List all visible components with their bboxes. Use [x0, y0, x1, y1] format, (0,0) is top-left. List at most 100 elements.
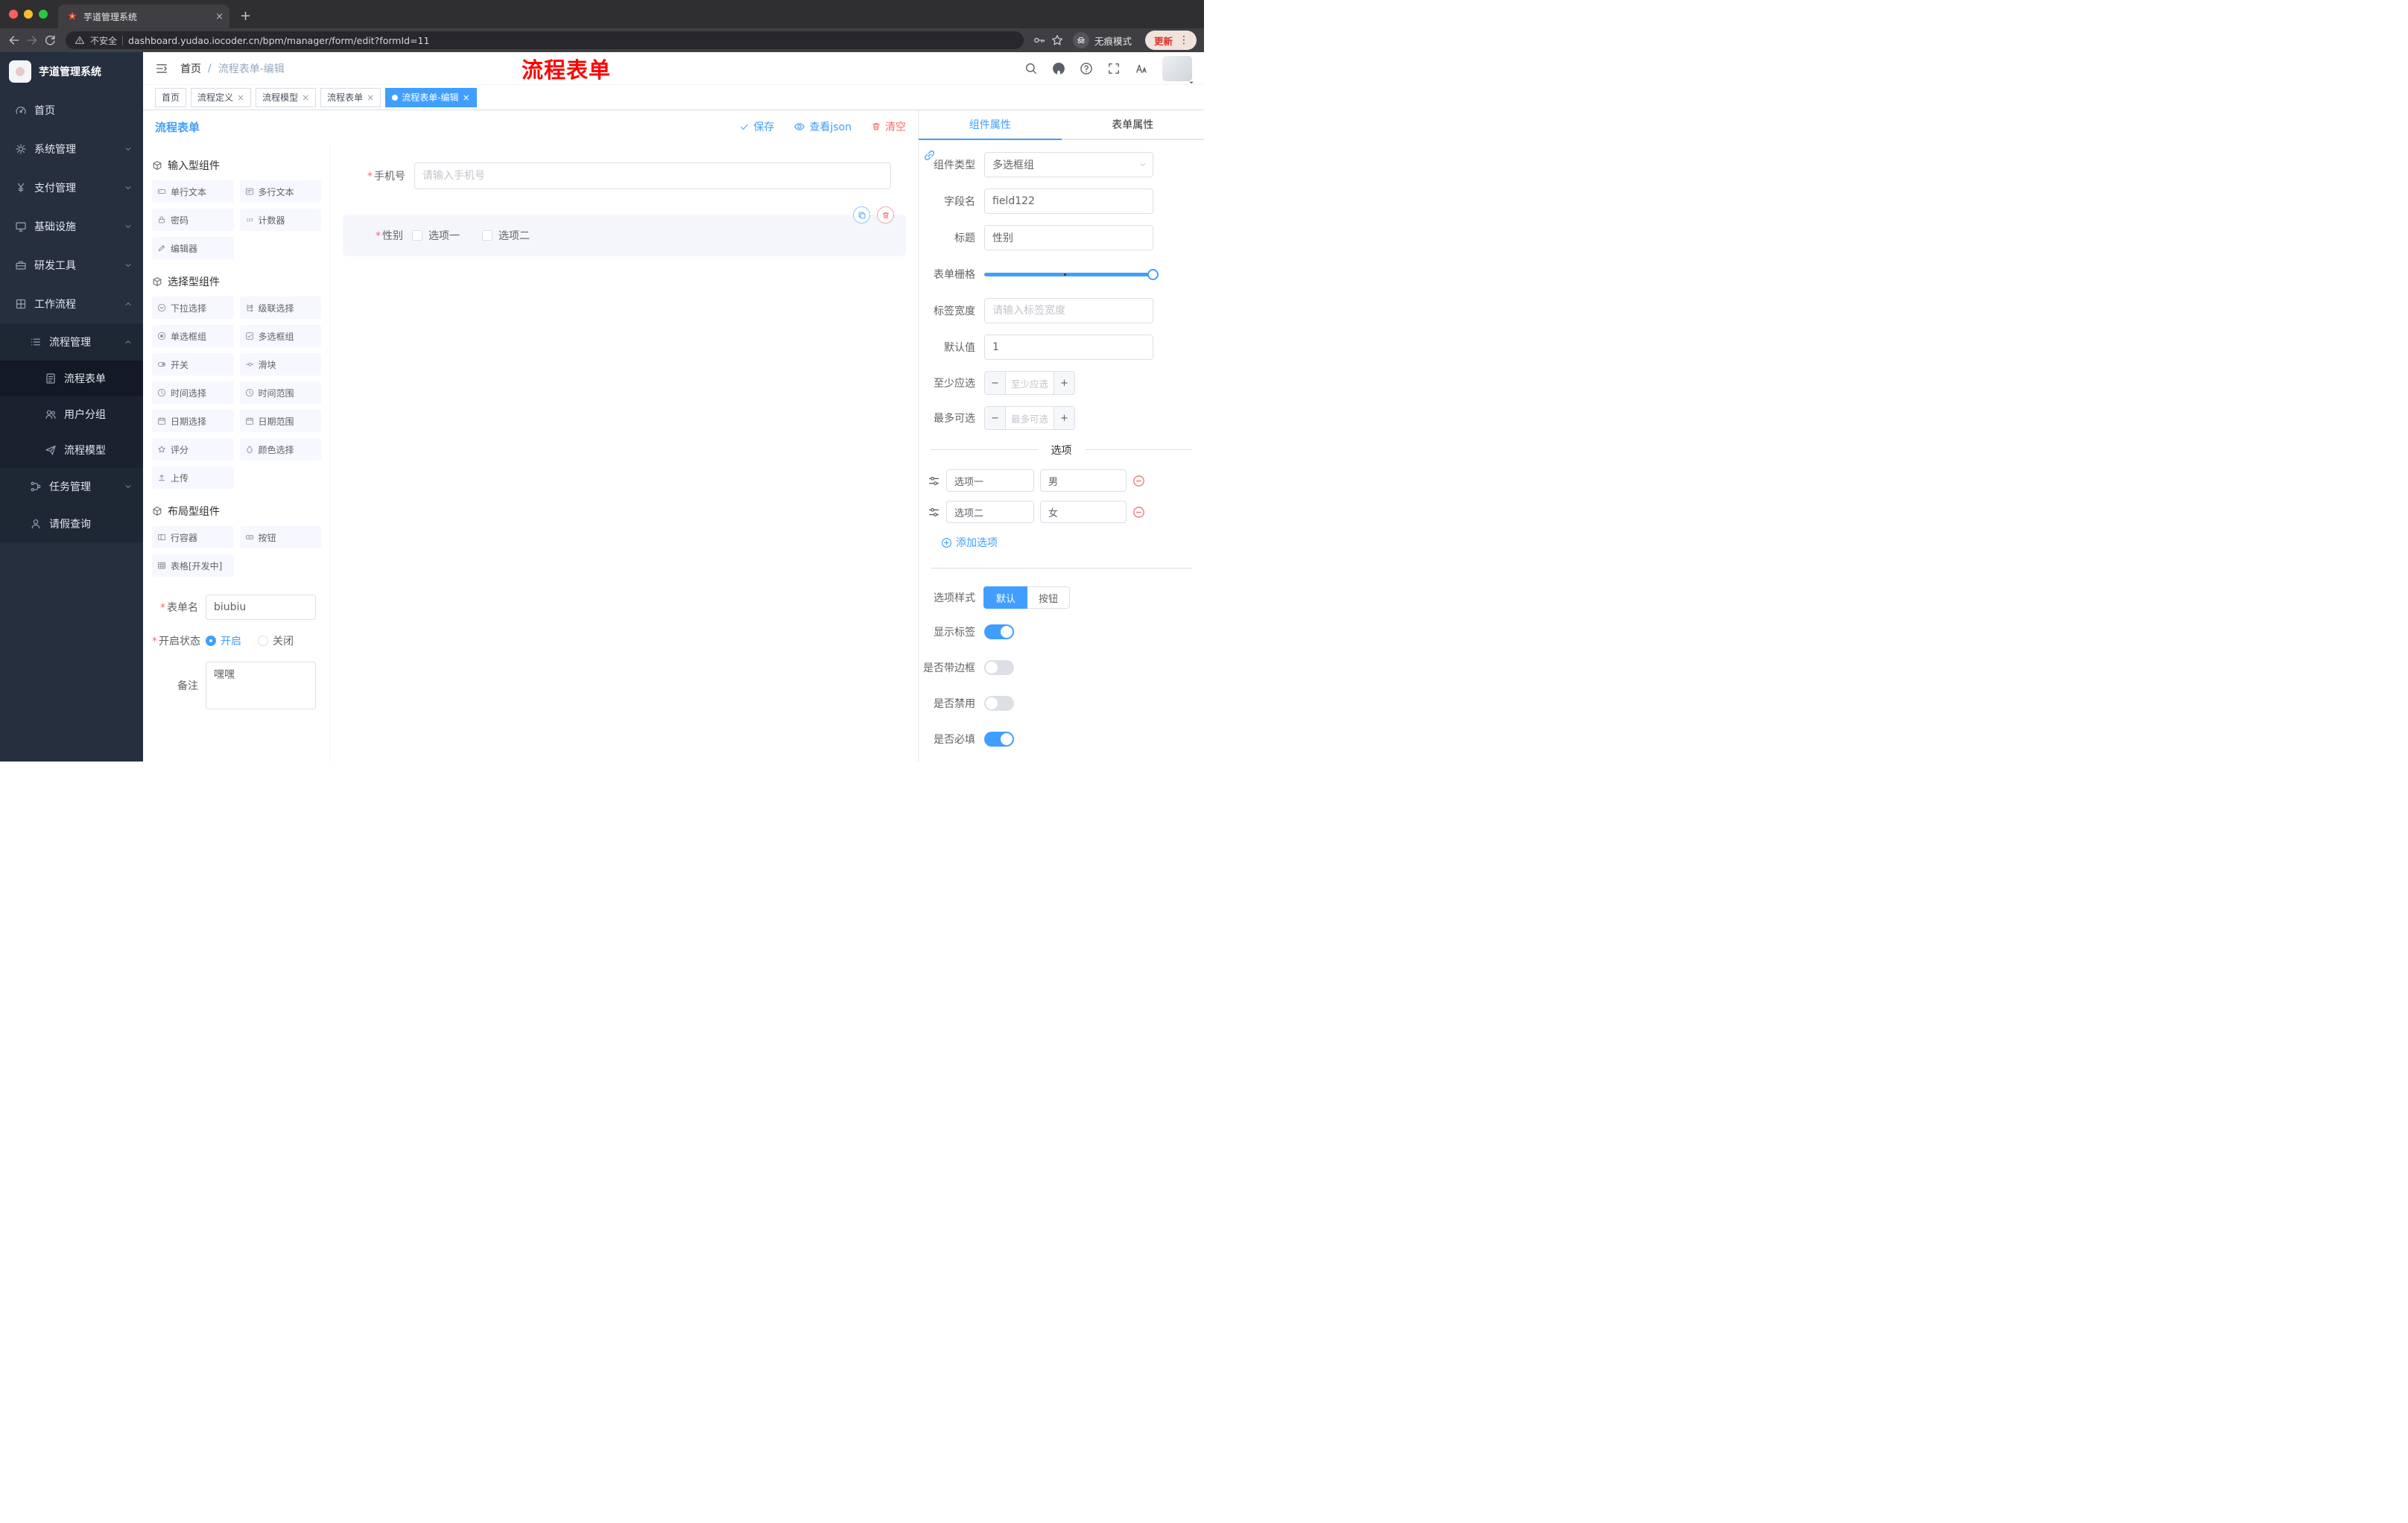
sidebar-item-leave-query[interactable]: 请假查询 — [0, 505, 143, 542]
avatar[interactable] — [1162, 55, 1194, 83]
palette-item-time-range[interactable]: 时间范围 — [239, 381, 321, 404]
default-value-input[interactable] — [984, 335, 1153, 360]
tag-close-icon[interactable]: × — [463, 92, 470, 103]
palette-item-row-container[interactable]: 行容器 — [152, 526, 234, 548]
component-type-select[interactable]: 多选框组 — [984, 152, 1153, 177]
help-icon[interactable] — [1080, 62, 1093, 75]
tab-component-props[interactable]: 组件属性 — [919, 110, 1062, 140]
save-button[interactable]: 保存 — [739, 119, 774, 134]
tag-process-form-edit[interactable]: 流程表单-编辑 × — [385, 87, 477, 107]
form-canvas[interactable]: *手机号 *性别 选项一 — [331, 143, 918, 762]
delete-field-button[interactable] — [877, 206, 894, 224]
increase-button[interactable]: + — [1054, 407, 1074, 429]
tag-close-icon[interactable]: × — [302, 92, 309, 103]
search-icon[interactable] — [1024, 62, 1038, 75]
palette-item-date-range[interactable]: 日期范围 — [239, 410, 321, 432]
sidebar-item-task-management[interactable]: 任务管理 — [0, 468, 143, 505]
palette-item-table[interactable]: 表格[开发中] — [152, 554, 234, 577]
sidebar-item-dev-tools[interactable]: 研发工具 — [0, 246, 143, 285]
max-select-value[interactable]: 最多可选 — [1006, 411, 1054, 425]
sidebar-item-home[interactable]: 首页 — [0, 91, 143, 130]
palette-item-checkbox-group[interactable]: 多选框组 — [239, 325, 321, 347]
palette-item-button[interactable]: 按钮 — [239, 526, 321, 548]
style-default-button[interactable]: 默认 — [984, 586, 1028, 609]
tag-close-icon[interactable]: × — [237, 92, 244, 103]
field-name-input[interactable] — [984, 189, 1153, 214]
sidebar-item-workflow[interactable]: 工作流程 — [0, 285, 143, 323]
decrease-button[interactable]: − — [985, 372, 1006, 394]
hamburger-icon[interactable] — [155, 62, 168, 75]
component-type-input[interactable] — [984, 152, 1153, 177]
palette-item-cascade[interactable]: 级联选择 — [239, 297, 321, 319]
palette-item-single-line-text[interactable]: 单行文本 — [152, 180, 234, 203]
browser-menu-icon[interactable]: ⋮ — [1179, 34, 1189, 46]
link-icon[interactable] — [923, 149, 936, 162]
palette-item-upload[interactable]: 上传 — [152, 466, 234, 489]
remove-option-icon[interactable] — [1132, 475, 1145, 487]
palette-item-multi-line-text[interactable]: 多行文本 — [239, 180, 321, 203]
address-bar[interactable]: 不安全 dashboard.yudao.iocoder.cn/bpm/manag… — [66, 31, 1024, 49]
forward-icon[interactable] — [25, 34, 39, 47]
form-grid-slider[interactable] — [984, 262, 1159, 287]
show-label-switch[interactable] — [984, 624, 1014, 639]
security-label[interactable]: 不安全 — [90, 34, 117, 47]
palette-item-date-picker[interactable]: 日期选择 — [152, 410, 234, 432]
gender-option-2-checkbox[interactable]: 选项二 — [482, 228, 530, 243]
palette-item-counter[interactable]: 123 计数器 — [239, 209, 321, 231]
new-tab-button[interactable]: + — [229, 8, 262, 28]
tag-close-icon[interactable]: × — [367, 92, 374, 103]
minimize-window-button[interactable] — [24, 10, 33, 19]
reload-icon[interactable] — [43, 34, 57, 47]
decrease-button[interactable]: − — [985, 407, 1006, 429]
palette-item-radio-group[interactable]: 单选框组 — [152, 325, 234, 347]
form-name-input[interactable] — [206, 595, 316, 620]
tag-process-definition[interactable]: 流程定义 × — [191, 87, 252, 107]
add-option-button[interactable]: 添加选项 — [941, 535, 1204, 550]
copy-field-button[interactable] — [853, 206, 870, 224]
tab-close-icon[interactable]: × — [215, 11, 224, 22]
palette-item-slider[interactable]: 滑块 — [239, 353, 321, 376]
back-icon[interactable] — [7, 34, 21, 47]
sidebar-item-infrastructure[interactable]: 基础设施 — [0, 207, 143, 246]
palette-item-dropdown[interactable]: 下拉选择 — [152, 297, 234, 319]
option-2-name-input[interactable] — [946, 501, 1034, 523]
palette-item-switch[interactable]: 开关 — [152, 353, 234, 376]
drag-handle-icon[interactable] — [928, 475, 940, 487]
sidebar-item-user-group[interactable]: 用户分组 — [0, 396, 143, 432]
tag-process-form[interactable]: 流程表单 × — [320, 87, 381, 107]
field-gender-selected[interactable]: * 性别 选项一 选项二 — [343, 206, 906, 256]
field-phone-input[interactable] — [414, 162, 891, 189]
style-button-button[interactable]: 按钮 — [1027, 586, 1071, 609]
disabled-switch[interactable] — [984, 696, 1014, 711]
drag-handle-icon[interactable] — [928, 506, 940, 519]
fullscreen-icon[interactable] — [1107, 62, 1121, 75]
gender-option-1-checkbox[interactable]: 选项一 — [412, 228, 460, 243]
sidebar-logo[interactable]: 芋道管理系统 — [0, 52, 143, 91]
browser-update-button[interactable]: 更新 ⋮ — [1144, 31, 1197, 50]
tab-form-props[interactable]: 表单属性 — [1062, 110, 1205, 139]
palette-item-time-picker[interactable]: 时间选择 — [152, 381, 234, 404]
palette-item-rate[interactable]: 评分 — [152, 438, 234, 460]
remove-option-icon[interactable] — [1132, 506, 1145, 519]
slider-handle[interactable] — [1147, 268, 1159, 280]
increase-button[interactable]: + — [1054, 372, 1074, 394]
password-manager-icon[interactable] — [1033, 34, 1046, 47]
title-input[interactable] — [984, 225, 1153, 250]
option-1-value-input[interactable] — [1040, 469, 1127, 492]
slider-track[interactable] — [984, 268, 1159, 280]
github-icon[interactable] — [1052, 62, 1065, 75]
sidebar-item-system-management[interactable]: 系统管理 — [0, 130, 143, 168]
min-select-value[interactable]: 至少应选 — [1006, 376, 1054, 390]
tag-home[interactable]: 首页 — [155, 87, 187, 107]
sidebar-item-process-form[interactable]: 流程表单 — [0, 361, 143, 396]
view-json-button[interactable]: 查看json — [793, 119, 852, 134]
palette-item-password[interactable]: 密码 — [152, 209, 234, 231]
palette-item-editor[interactable]: 编辑器 — [152, 237, 234, 259]
status-radio-off[interactable]: 关闭 — [258, 633, 294, 648]
zoom-window-button[interactable] — [39, 10, 48, 19]
clear-button[interactable]: 清空 — [871, 119, 906, 134]
url-text[interactable]: dashboard.yudao.iocoder.cn/bpm/manager/f… — [128, 35, 429, 46]
tag-process-model[interactable]: 流程模型 × — [256, 87, 317, 107]
label-width-input[interactable] — [984, 298, 1153, 323]
sidebar-item-payment-management[interactable]: 支付管理 — [0, 168, 143, 207]
